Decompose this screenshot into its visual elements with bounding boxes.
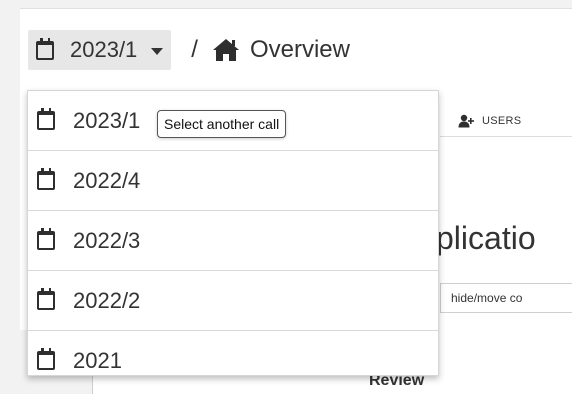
calendar-icon: [37, 108, 55, 130]
calendar-icon: [36, 37, 54, 60]
call-selector-button[interactable]: 2023/1: [28, 30, 172, 70]
caret-down-icon: [151, 48, 164, 55]
call-option-label: 2023/1: [73, 107, 141, 133]
call-option-label: 2022/3: [73, 227, 141, 253]
call-option[interactable]: 2022/4: [28, 151, 438, 211]
tooltip: Select another call: [157, 110, 287, 138]
call-option[interactable]: 2022/3: [28, 211, 438, 271]
call-option[interactable]: 2022/2: [28, 271, 438, 331]
page-heading: plicatio: [436, 220, 536, 256]
tab-users-label: USERS: [482, 115, 522, 127]
tab-users[interactable]: USERS: [458, 110, 521, 132]
call-option-label: 2021: [73, 347, 122, 373]
call-option-label: 2022/4: [73, 167, 141, 193]
call-option-label: 2022/2: [73, 287, 141, 313]
calendar-icon: [37, 228, 55, 250]
calendar-icon: [37, 168, 55, 190]
call-option[interactable]: 2021: [28, 331, 438, 390]
hide-move-columns-button[interactable]: hide/move co: [440, 283, 572, 313]
breadcrumb-separator: /: [191, 36, 198, 63]
breadcrumb-overview-link[interactable]: Overview: [250, 36, 350, 64]
calendar-icon: [37, 288, 55, 310]
calendar-icon: [37, 348, 55, 370]
home-icon[interactable]: [212, 37, 240, 63]
user-plus-icon: [458, 114, 474, 128]
tab-divider: [440, 136, 572, 137]
breadcrumb: 2023/1 / Overview: [28, 30, 350, 70]
selected-call-label: 2023/1: [70, 37, 138, 62]
